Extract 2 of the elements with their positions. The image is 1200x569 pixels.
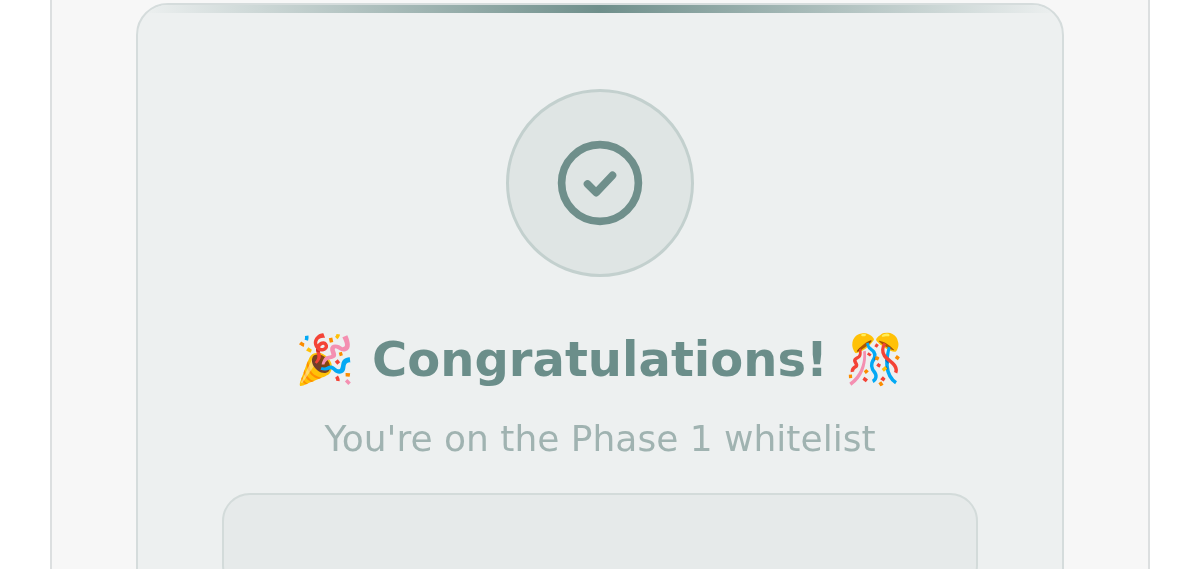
congratulations-title: 🎉 Congratulations! 🎊 bbox=[295, 330, 905, 389]
whitelist-message: You're on the Phase 1 whitelist bbox=[324, 417, 876, 461]
